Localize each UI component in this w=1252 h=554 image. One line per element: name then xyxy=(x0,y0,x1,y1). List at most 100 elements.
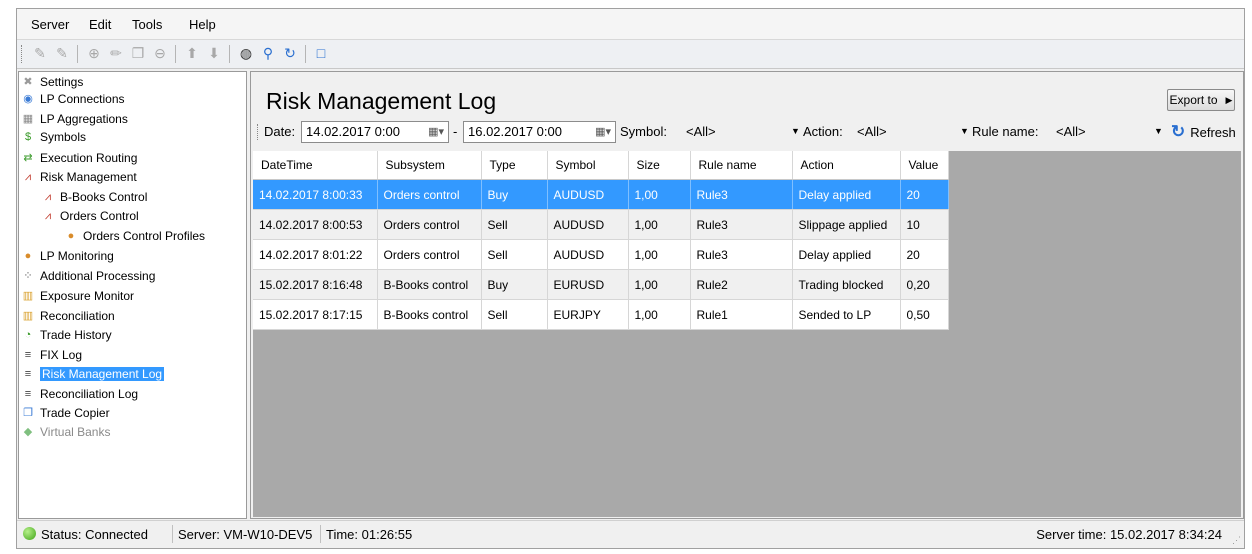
export-button[interactable]: Export to ▶ xyxy=(1167,89,1235,111)
add-icon[interactable]: ⊕ xyxy=(85,44,103,62)
tree-item-lp-aggregations[interactable]: ▦ LP Aggregations xyxy=(21,110,128,128)
table-cell: 1,00 xyxy=(628,269,691,300)
tree-item-risk-management[interactable]: ⩘ Risk Management xyxy=(21,168,137,186)
tree-item-reconciliation-log[interactable]: ≡ Reconciliation Log xyxy=(21,385,138,403)
chart-icon: ⩘ xyxy=(44,210,52,222)
column-header[interactable]: Action xyxy=(792,151,901,180)
action-dropdown-icon[interactable]: ▼ xyxy=(960,126,969,136)
table-cell: 15.02.2017 8:17:15 xyxy=(253,299,378,330)
column-header[interactable]: Type xyxy=(481,151,548,180)
table-header-row: DateTime Subsystem Type Symbol Size Rule… xyxy=(253,151,949,180)
table-row[interactable]: 14.02.2017 8:00:33 Orders control Buy AUDUS… xyxy=(253,179,949,210)
disconnect-icon[interactable]: ✎ xyxy=(53,44,71,62)
tree-item-label: B-Books Control xyxy=(60,190,148,204)
column-header[interactable]: Symbol xyxy=(547,151,629,180)
move-up-icon[interactable]: ⬆ xyxy=(183,44,201,62)
tree-item-b-books-control[interactable]: ⩘ B-Books Control xyxy=(41,188,147,206)
connect-icon[interactable]: ✎ xyxy=(31,44,49,62)
chart-icon: ⩘ xyxy=(24,171,32,183)
table-cell: 0,20 xyxy=(900,269,949,300)
user-icon: ● xyxy=(24,250,32,262)
tree-item-exposure-monitor[interactable]: ▥ Exposure Monitor xyxy=(21,287,134,305)
calendar-dropdown-icon[interactable]: ▦▾ xyxy=(595,122,611,142)
table-row[interactable]: 15.02.2017 8:16:48 B-Books control Buy EURU… xyxy=(253,269,949,300)
tree-item-label: Settings xyxy=(40,75,84,89)
tree-item-label: Trade History xyxy=(40,328,112,342)
table-cell: Sell xyxy=(481,299,548,330)
table-cell: 10 xyxy=(900,209,949,240)
date-to-value: 16.02.2017 0:00 xyxy=(468,124,562,139)
refresh-icon[interactable]: ↻ xyxy=(281,44,299,62)
tree-item-label: Execution Routing xyxy=(40,151,138,165)
table-cell: B-Books control xyxy=(377,299,482,330)
search-icon[interactable]: ⚲ xyxy=(259,44,277,62)
table-cell: Orders control xyxy=(377,239,482,270)
tree-item-symbols[interactable]: $ Symbols xyxy=(21,128,86,146)
money-icon: ◆ xyxy=(23,426,33,438)
table-cell: Rule3 xyxy=(690,179,793,210)
tree-item-reconciliation[interactable]: ▥ Reconciliation xyxy=(21,307,115,325)
menu-server[interactable]: Server xyxy=(31,17,69,32)
tree-item-orders-control-profiles[interactable]: ● Orders Control Profiles xyxy=(64,227,205,245)
tree-item-virtual-banks[interactable]: ◆ Virtual Banks xyxy=(21,423,111,441)
status-separator xyxy=(172,525,173,543)
table-cell: Sell xyxy=(481,239,548,270)
menu-edit[interactable]: Edit xyxy=(89,17,111,32)
column-header[interactable]: Rule name xyxy=(690,151,793,180)
globe-icon: ◉ xyxy=(23,93,33,105)
tree-item-label: Trade Copier xyxy=(40,406,110,420)
tree-item-label: Additional Processing xyxy=(40,269,156,283)
tree-item-lp-connections[interactable]: ◉ LP Connections xyxy=(21,90,124,108)
table-cell: Slippage applied xyxy=(792,209,901,240)
menu-help[interactable]: Help xyxy=(189,17,216,32)
binoculars-icon[interactable]: ◍ xyxy=(237,44,255,62)
table-cell: Orders control xyxy=(377,209,482,240)
toolbar-grip[interactable] xyxy=(21,45,25,63)
window-icon[interactable]: □ xyxy=(312,44,330,62)
tree-item-orders-control[interactable]: ⩘ Orders Control xyxy=(41,207,139,225)
tree-item-trade-history[interactable]: ◔ Trade History xyxy=(21,326,112,344)
tree-item-trade-copier[interactable]: ❐ Trade Copier xyxy=(21,404,110,422)
edit-icon[interactable]: ✏ xyxy=(107,44,125,62)
main-panel: Risk Management Log Export to ▶ Date: 14… xyxy=(250,71,1244,519)
table-row[interactable]: 14.02.2017 8:00:53 Orders control Sell AUDU… xyxy=(253,209,949,240)
date-from-picker[interactable]: 14.02.2017 0:00 ▦▾ xyxy=(301,121,449,143)
log-grid: DateTime Subsystem Type Symbol Size Rule… xyxy=(253,151,1241,517)
symbol-select[interactable]: <All> xyxy=(686,124,716,139)
symbol-dropdown-icon[interactable]: ▼ xyxy=(791,126,800,136)
toolbar-separator xyxy=(305,45,306,63)
rule-name-select[interactable]: <All> xyxy=(1056,124,1086,139)
column-header[interactable]: DateTime xyxy=(253,151,378,180)
date-to-picker[interactable]: 16.02.2017 0:00 ▦▾ xyxy=(463,121,616,143)
refresh-button[interactable]: ↻ Refresh xyxy=(1171,122,1236,142)
tree-item-execution-routing[interactable]: ⇄ Execution Routing xyxy=(21,149,137,167)
remove-icon[interactable]: ⊖ xyxy=(151,44,169,62)
menu-tools[interactable]: Tools xyxy=(132,17,162,32)
table-cell: Trading blocked xyxy=(792,269,901,300)
tree-item-fix-log[interactable]: ≡ FIX Log xyxy=(21,346,82,364)
tree-item-label: Reconciliation Log xyxy=(40,387,139,401)
toolbar: ✎ ✎ ⊕ ✏ ❐ ⊖ ⬆ ⬇ ◍ ⚲ ↻ □ xyxy=(17,40,1244,69)
resize-grip-icon[interactable]: ⋰ xyxy=(1232,535,1241,546)
spinner-icon: ⁘ xyxy=(23,270,33,282)
wrench-icon: ✖ xyxy=(23,76,33,88)
table-row[interactable]: 14.02.2017 8:01:22 Orders control Sell AUDU… xyxy=(253,239,949,270)
table-cell: 14.02.2017 8:00:53 xyxy=(253,209,378,240)
action-select[interactable]: <All> xyxy=(857,124,887,139)
table-row[interactable]: 15.02.2017 8:17:15 B-Books control Sell EUR… xyxy=(253,299,949,330)
tree-item-additional-processing[interactable]: ⁘ Additional Processing xyxy=(21,267,155,285)
table-cell: 20 xyxy=(900,179,949,210)
column-header[interactable]: Value xyxy=(900,151,949,180)
move-down-icon[interactable]: ⬇ xyxy=(205,44,223,62)
column-header[interactable]: Subsystem xyxy=(377,151,482,180)
calendar-dropdown-icon[interactable]: ▦▾ xyxy=(428,122,444,142)
tree-item-lp-monitoring[interactable]: ● LP Monitoring xyxy=(21,247,114,265)
tree-item-settings[interactable]: ✖ Settings xyxy=(21,73,83,91)
table-cell: Sended to LP xyxy=(792,299,901,330)
column-header[interactable]: Size xyxy=(628,151,691,180)
table-cell: Buy xyxy=(481,179,548,210)
tree-item-risk-management-log[interactable]: ≡ Risk Management Log xyxy=(21,365,165,383)
copy-icon[interactable]: ❐ xyxy=(129,44,147,62)
rule-name-dropdown-icon[interactable]: ▼ xyxy=(1154,126,1163,136)
tree-item-label: FIX Log xyxy=(40,348,83,362)
